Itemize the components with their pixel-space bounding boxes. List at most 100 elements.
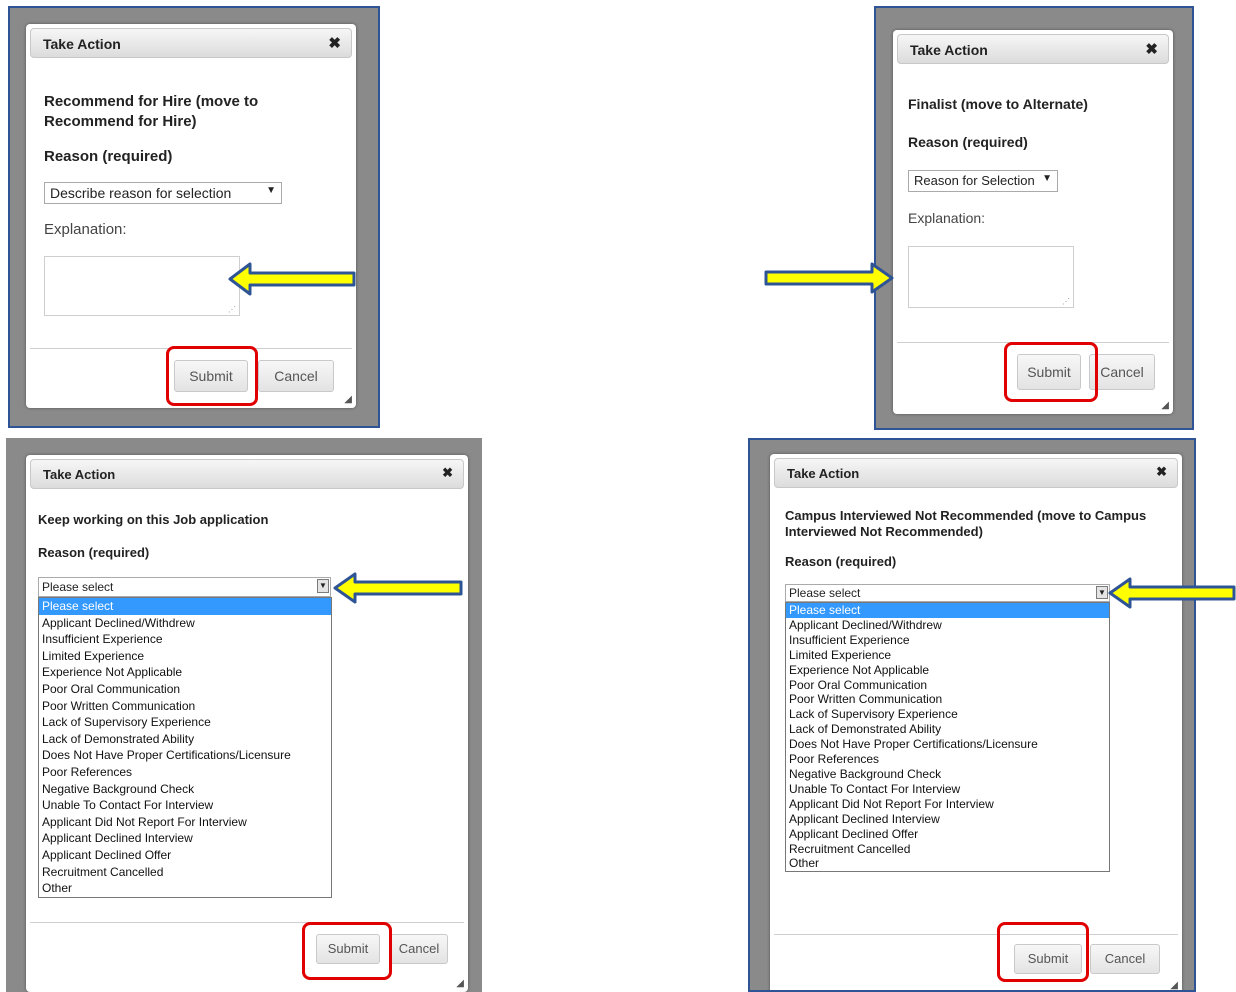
reason-select[interactable]: Please select ▼	[785, 584, 1110, 602]
explanation-textarea[interactable]: ⋰	[44, 256, 240, 316]
dialog-titlebar: Take Action ✖	[30, 459, 464, 489]
chevron-down-icon: ▼	[1042, 173, 1052, 184]
action-heading: Recommend for Hire (move to Recommend fo…	[44, 93, 259, 130]
dialog-titlebar: Take Action ✖	[897, 34, 1169, 64]
dropdown-option[interactable]: Recruitment Cancelled	[39, 864, 331, 881]
dialog-resize-icon[interactable]: ◢	[1161, 400, 1169, 411]
submit-highlight	[997, 922, 1089, 982]
submit-highlight	[1004, 342, 1098, 402]
dropdown-option[interactable]: Lack of Demonstrated Ability	[39, 731, 331, 748]
reason-label: Reason (required)	[908, 134, 1028, 150]
submit-highlight	[302, 922, 392, 980]
dialog-title: Take Action	[43, 36, 121, 52]
reason-select[interactable]: Reason for Selection ▼	[908, 170, 1058, 192]
dialog-title: Take Action	[787, 466, 860, 481]
dropdown-option[interactable]: Please select	[39, 598, 331, 615]
dropdown-option[interactable]: Experience Not Applicable	[39, 664, 331, 681]
close-icon[interactable]: ✖	[442, 465, 453, 481]
dropdown-option[interactable]: Applicant Declined Offer	[786, 827, 1109, 842]
explanation-textarea[interactable]: ⋰	[908, 246, 1074, 308]
dropdown-option[interactable]: Lack of Demonstrated Ability	[786, 722, 1109, 737]
screenshot-panel-1: Take Action ✖ Recommend for Hire (move t…	[8, 6, 380, 428]
dropdown-option[interactable]: Poor Oral Communication	[786, 678, 1109, 693]
reason-label: Reason (required)	[785, 554, 897, 569]
screenshot-panel-4: Take Action ✖ Campus Interviewed Not Rec…	[748, 438, 1196, 992]
dropdown-option[interactable]: Please select	[786, 603, 1109, 618]
dropdown-option[interactable]: Insufficient Experience	[39, 631, 331, 648]
cancel-button[interactable]: Cancel	[1090, 944, 1160, 974]
dialog-resize-icon[interactable]: ◢	[456, 978, 464, 989]
dropdown-option[interactable]: Applicant Declined/Withdrew	[39, 615, 331, 632]
dropdown-option[interactable]: Poor Written Communication	[39, 698, 331, 715]
arrow-left-icon	[228, 262, 356, 296]
dialog-titlebar: Take Action ✖	[774, 458, 1178, 488]
dropdown-option[interactable]: Poor Written Communication	[786, 692, 1109, 707]
action-heading: Finalist (move to Alternate)	[908, 96, 1088, 112]
dropdown-option[interactable]: Limited Experience	[786, 648, 1109, 663]
reason-select-value: Please select	[42, 580, 114, 594]
explanation-label: Explanation:	[44, 221, 127, 238]
dropdown-option[interactable]: Negative Background Check	[39, 781, 331, 798]
reason-label: Reason (required)	[38, 545, 150, 560]
dropdown-option[interactable]: Unable To Contact For Interview	[786, 782, 1109, 797]
dropdown-option[interactable]: Insufficient Experience	[786, 633, 1109, 648]
screenshot-panel-3: Take Action ✖ Keep working on this Job a…	[6, 438, 482, 992]
reason-select[interactable]: Describe reason for selection ▼	[44, 182, 282, 204]
reason-select-value: Reason for Selection	[914, 173, 1035, 188]
take-action-dialog: Take Action ✖ Campus Interviewed Not Rec…	[770, 454, 1182, 990]
dropdown-option[interactable]: Recruitment Cancelled	[786, 842, 1109, 857]
dropdown-option[interactable]: Unable To Contact For Interview	[39, 797, 331, 814]
arrow-right-icon	[764, 262, 894, 294]
close-icon[interactable]: ✖	[328, 34, 341, 52]
dropdown-option[interactable]: Applicant Declined Interview	[786, 812, 1109, 827]
dialog-title: Take Action	[43, 467, 116, 482]
reason-select-value: Please select	[789, 586, 861, 600]
dropdown-option[interactable]: Does Not Have Proper Certifications/Lice…	[39, 747, 331, 764]
chevron-down-icon: ▼	[1096, 586, 1108, 599]
dropdown-option[interactable]: Applicant Declined/Withdrew	[786, 618, 1109, 633]
footer-divider	[30, 922, 464, 923]
dropdown-option[interactable]: Other	[786, 856, 1109, 871]
dialog-title: Take Action	[910, 42, 988, 58]
resize-grip-icon: ⋰	[228, 305, 236, 314]
dialog-resize-icon[interactable]: ◢	[344, 394, 352, 405]
dialog-titlebar: Take Action ✖	[30, 28, 352, 58]
dropdown-option[interactable]: Poor References	[786, 752, 1109, 767]
reason-select-value: Describe reason for selection	[50, 185, 232, 201]
explanation-label: Explanation:	[908, 210, 986, 226]
reason-label: Reason (required)	[44, 148, 173, 165]
dropdown-option[interactable]: Negative Background Check	[786, 767, 1109, 782]
screenshot-panel-2: Take Action ✖ Finalist (move to Alternat…	[874, 6, 1194, 430]
arrow-left-icon	[333, 572, 463, 604]
dropdown-option[interactable]: Applicant Declined Interview	[39, 830, 331, 847]
dropdown-option[interactable]: Limited Experience	[39, 648, 331, 665]
resize-grip-icon: ⋰	[1062, 297, 1070, 306]
close-icon[interactable]: ✖	[1145, 40, 1158, 58]
chevron-down-icon: ▼	[317, 579, 329, 593]
cancel-button[interactable]: Cancel	[390, 934, 448, 964]
submit-highlight	[166, 346, 258, 406]
close-icon[interactable]: ✖	[1156, 464, 1167, 480]
dropdown-option[interactable]: Applicant Declined Offer	[39, 847, 331, 864]
dropdown-option[interactable]: Does Not Have Proper Certifications/Lice…	[786, 737, 1109, 752]
chevron-down-icon: ▼	[266, 185, 276, 196]
reason-options-list[interactable]: Please select Applicant Declined/Withdrew…	[38, 597, 332, 898]
reason-options-list[interactable]: Please select Applicant Declined/Withdrew…	[785, 602, 1110, 872]
footer-divider	[774, 934, 1178, 935]
dropdown-option[interactable]: Experience Not Applicable	[786, 663, 1109, 678]
dialog-resize-icon[interactable]: ◢	[1170, 980, 1178, 990]
dropdown-option[interactable]: Other	[39, 880, 331, 897]
dropdown-option[interactable]: Poor References	[39, 764, 331, 781]
dropdown-option[interactable]: Applicant Did Not Report For Interview	[786, 797, 1109, 812]
dropdown-option[interactable]: Lack of Supervisory Experience	[39, 714, 331, 731]
take-action-dialog: Take Action ✖ Keep working on this Job a…	[26, 455, 468, 992]
dropdown-option[interactable]: Poor Oral Communication	[39, 681, 331, 698]
arrow-left-icon	[1108, 577, 1236, 609]
cancel-button[interactable]: Cancel	[258, 360, 334, 392]
action-heading: Campus Interviewed Not Recommended (move…	[785, 508, 1147, 539]
cancel-button[interactable]: Cancel	[1089, 354, 1155, 390]
dropdown-option[interactable]: Applicant Did Not Report For Interview	[39, 814, 331, 831]
reason-select[interactable]: Please select ▼	[38, 577, 331, 597]
dropdown-option[interactable]: Lack of Supervisory Experience	[786, 707, 1109, 722]
action-heading: Keep working on this Job application	[38, 512, 269, 527]
